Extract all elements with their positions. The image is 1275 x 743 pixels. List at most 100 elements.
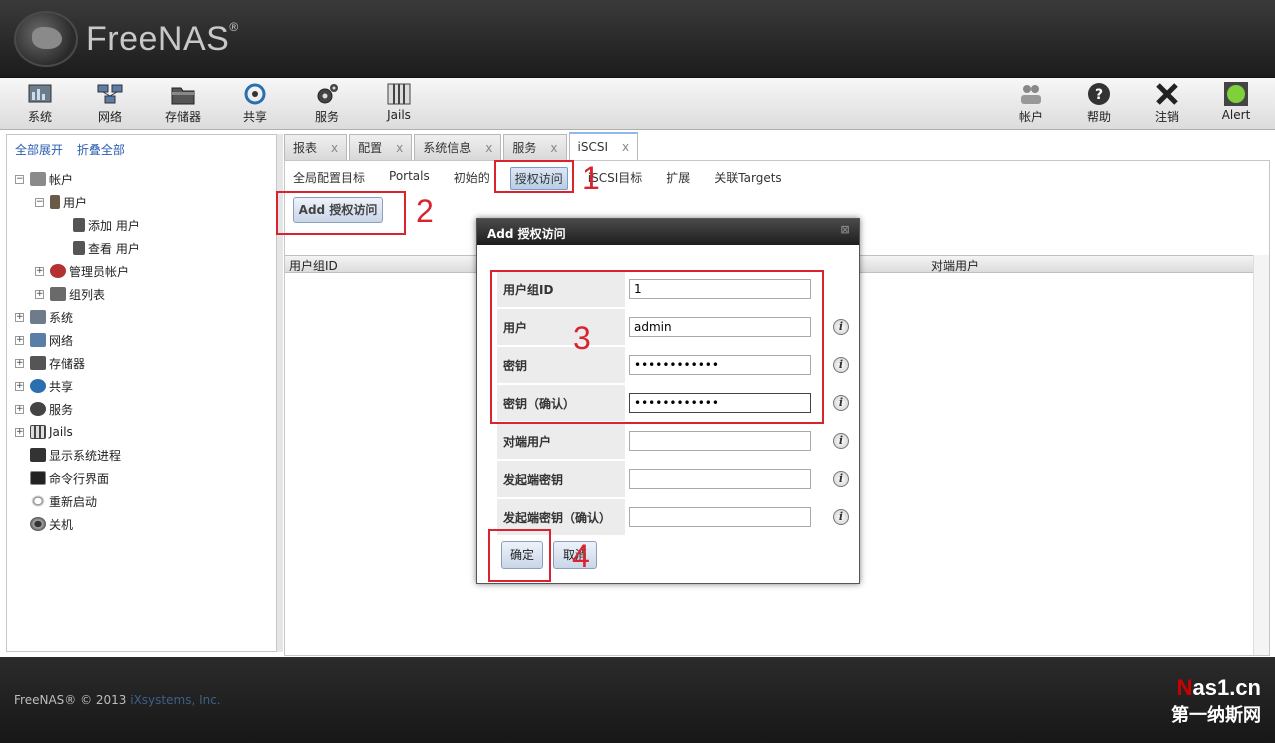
toolbar-services-button[interactable]: 服务 [299,82,355,126]
tree-item-groups[interactable]: + 组列表 [35,284,105,304]
system-icon [28,84,52,103]
close-tab-icon[interactable]: x [485,141,492,155]
tab-iscsi[interactable]: iSCSI x [568,132,639,160]
reboot-icon [30,494,46,508]
expand-toggle[interactable]: + [15,358,24,368]
tree-item-account[interactable]: − 帐户 [15,169,73,189]
expand-toggle[interactable]: + [35,266,44,276]
expand-toggle[interactable]: + [15,312,24,322]
toolbar-help-button[interactable]: ? 帮助 [1071,82,1127,126]
toolbar-sharing-button[interactable]: 共享 [227,82,283,126]
field-label: 对端用户 [497,423,625,459]
info-icon[interactable]: i [833,433,849,449]
subtab-associated-targets[interactable]: 关联Targets [710,167,785,190]
toolbar-label: 系统 [27,110,52,124]
close-icon[interactable]: ⊠ [839,224,851,236]
tree-item-shutdown[interactable]: 关机 [30,514,73,534]
tree-item-network[interactable]: + 网络 [15,330,73,350]
account-folder-icon [30,172,46,186]
toolbar-label: 帮助 [1086,110,1111,124]
expand-all-link[interactable]: 全部展开 [15,143,63,157]
collapse-all-link[interactable]: 折叠全部 [77,143,125,157]
tab-settings[interactable]: 配置 x [349,134,413,160]
toolbar-storage-button[interactable]: 存储器 [155,82,211,126]
peer-user-input[interactable] [629,431,811,451]
subtab-initiators[interactable]: 初始的 [450,167,494,190]
toolbar-alert-button[interactable]: Alert [1208,82,1264,126]
tab-label: iSCSI [577,140,609,154]
tree-item-label: 关机 [49,517,74,532]
tree-item-sharing[interactable]: + 共享 [15,376,73,396]
tree-item-view-users[interactable]: 查看 用户 [73,238,140,258]
column-header-peer-user[interactable]: 对端用户 [931,257,979,274]
tree-item-label: 查看 用户 [88,241,140,256]
navigation-tree-pane: 全部展开 折叠全部 − 帐户 − 用户 添加 用户 查看 用户 + 管理员帐户 + 组列… [6,134,277,652]
toolbar-label: Jails [387,108,411,122]
toolbar-system-button[interactable]: 系统 [12,82,68,126]
close-tab-icon[interactable]: x [622,140,629,154]
tree-item-label: 共享 [49,379,74,394]
info-icon[interactable]: i [833,357,849,373]
tree-item-display-processes[interactable]: 显示系统进程 [30,445,121,465]
expand-toggle[interactable]: + [15,335,24,345]
tab-label: 系统信息 [423,141,472,155]
info-icon[interactable]: i [833,509,849,525]
tree-item-label: 管理员帐户 [69,264,130,279]
tree-item-admin-account[interactable]: + 管理员帐户 [35,261,129,281]
sharing-icon [244,83,266,105]
field-label: 发起端密钥 [497,461,625,497]
tab-system-info[interactable]: 系统信息 x [414,134,502,160]
toolbar-account-button[interactable]: 帐户 [1003,82,1059,126]
tree-item-label: Jails [49,425,73,439]
tree-item-users[interactable]: − 用户 [35,192,87,212]
collapse-toggle[interactable]: − [15,174,24,184]
site-watermark: Nas1.cn 第一纳斯网 [1171,675,1261,727]
groups-icon [50,287,66,301]
subtab-portals[interactable]: Portals [385,167,434,190]
info-icon[interactable]: i [833,319,849,335]
alert-icon [1224,82,1248,106]
ixsystems-link[interactable]: iXsystems, Inc. [130,693,220,707]
close-tab-icon[interactable]: x [550,141,557,155]
subtab-extents[interactable]: 扩展 [662,167,694,190]
annotation-box-2 [276,191,406,235]
toolbar-label: 共享 [242,110,267,124]
toolbar-logout-button[interactable]: 注销 [1139,82,1195,126]
tab-services[interactable]: 服务 x [503,134,567,160]
tab-reports[interactable]: 报表 x [284,134,348,160]
close-tab-icon[interactable]: x [331,141,338,155]
shell-icon [30,471,46,485]
tree-item-reboot[interactable]: 重新启动 [30,491,97,511]
annotation-number-4: 4 [572,538,590,574]
network-icon [97,84,123,104]
footer-copyright: FreeNAS® © 2013 iXsystems, Inc. [14,693,221,707]
expand-toggle[interactable]: + [15,381,24,391]
logout-icon [1156,83,1178,105]
tree-item-storage[interactable]: + 存储器 [15,353,85,373]
toolbar-label: Alert [1221,108,1251,122]
jails-icon [30,425,46,439]
initiator-secret-input[interactable] [629,469,811,489]
column-header-group-id[interactable]: 用户组ID [289,257,338,274]
toolbar-jails-button[interactable]: Jails [371,82,427,126]
initiator-secret-confirm-input[interactable] [629,507,811,527]
annotation-number-3: 3 [573,320,591,356]
info-icon[interactable]: i [833,471,849,487]
field-row-initiator-secret: 发起端密钥 i [497,461,849,497]
tree-item-shell[interactable]: 命令行界面 [30,468,109,488]
collapse-toggle[interactable]: − [35,197,44,207]
expand-toggle[interactable]: + [15,427,24,437]
tree-item-services[interactable]: + 服务 [15,399,73,419]
tree-item-system[interactable]: + 系统 [15,307,73,327]
expand-toggle[interactable]: + [15,404,24,414]
info-icon[interactable]: i [833,395,849,411]
subtab-global-config[interactable]: 全局配置目标 [289,167,369,190]
grid-scrollbar[interactable] [1253,255,1269,655]
expand-toggle[interactable]: + [35,289,44,299]
close-tab-icon[interactable]: x [396,141,403,155]
toolbar-network-button[interactable]: 网络 [82,82,138,126]
tree-item-add-user[interactable]: 添加 用户 [73,215,140,235]
tab-label: 报表 [293,141,318,155]
tree-item-jails[interactable]: + Jails [15,422,73,442]
admin-account-icon [50,264,66,278]
